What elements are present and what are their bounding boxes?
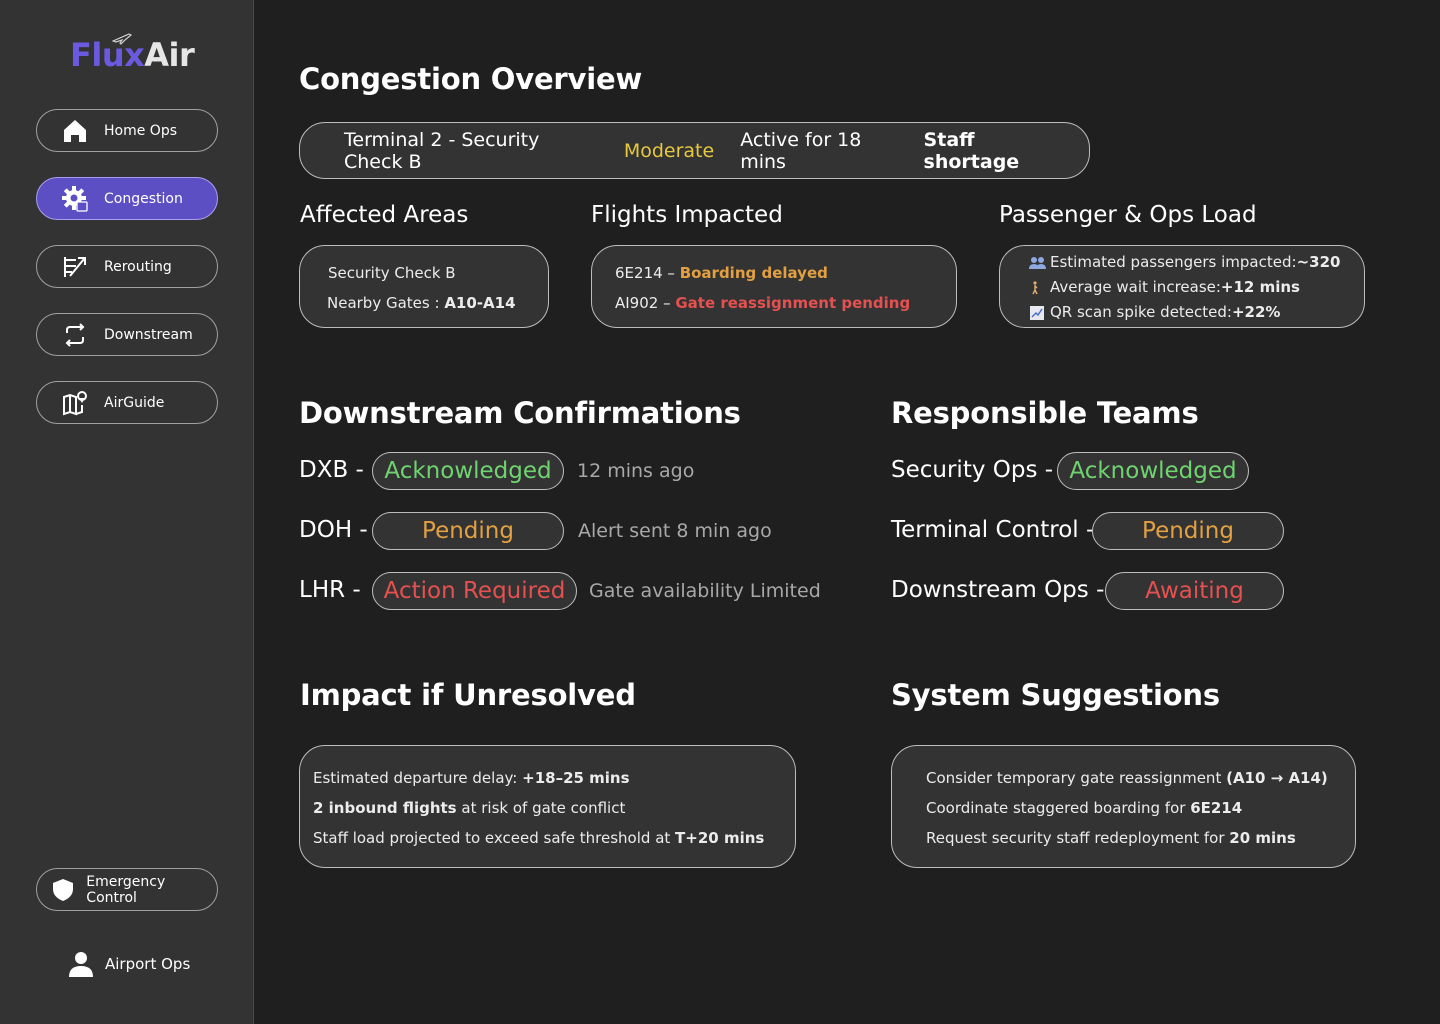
affected-areas-card: Security Check B Nearby Gates : A10-A14 <box>299 245 549 328</box>
nav-downstream[interactable]: Downstream <box>36 313 218 356</box>
suggestion-label: Consider temporary gate reassignment <box>926 769 1227 787</box>
downstream-code: LHR - <box>299 577 361 603</box>
downstream-code: DXB - <box>299 457 364 483</box>
nav-rerouting-label: Rerouting <box>104 258 172 275</box>
sync-icon <box>61 322 89 348</box>
team-status-awaiting[interactable]: Awaiting <box>1105 572 1284 610</box>
nav-rerouting[interactable]: Rerouting <box>36 245 218 288</box>
status-location: Terminal 2 - Security Check B <box>344 128 540 173</box>
downstream-note: 12 mins ago <box>577 460 695 482</box>
impact-value: +18–25 mins <box>522 769 630 787</box>
flights-impacted-heading: Flights Impacted <box>591 202 783 228</box>
shield-icon <box>49 877 76 903</box>
logo-air: Air <box>144 36 195 74</box>
nearby-gates-label: Nearby Gates : <box>327 294 445 312</box>
responsible-teams-heading: Responsible Teams <box>891 396 1199 430</box>
impact-heading: Impact if Unresolved <box>300 678 636 712</box>
congestion-status-bar[interactable]: Terminal 2 - Security Check B Moderate A… <box>299 122 1090 179</box>
flights-impacted-card: 6E214 – Boarding delayed AI902 – Gate re… <box>591 245 957 328</box>
passenger-ops-load-card: Estimated passengers impacted: ~320 Aver… <box>999 245 1365 328</box>
passenger-ops-load-heading: Passenger & Ops Load <box>999 202 1257 228</box>
team-name: Downstream Ops - <box>891 577 1105 603</box>
emergency-control-button[interactable]: Emergency Control <box>36 868 218 911</box>
team-status-acknowledged[interactable]: Acknowledged <box>1057 452 1249 490</box>
people-icon <box>1029 256 1046 269</box>
nav-congestion[interactable]: Congestion <box>36 177 218 220</box>
load-line: QR scan spike detected: +22% <box>1029 300 1364 325</box>
downstream-note: Alert sent 8 min ago <box>578 520 772 542</box>
load-line: Estimated passengers impacted: ~320 <box>1029 250 1364 275</box>
sidebar: FluxAir Home Ops Congestion Rerouting Do… <box>0 0 254 1024</box>
chart-up-icon <box>1030 305 1044 320</box>
team-name: Terminal Control - <box>891 517 1095 543</box>
load-value: +12 mins <box>1220 278 1300 296</box>
impact-value: T+20 mins <box>675 829 765 847</box>
downstream-note: Gate availability Limited <box>589 580 821 602</box>
team-status-pending[interactable]: Pending <box>1092 512 1284 550</box>
impact-label: Estimated departure delay: <box>313 769 523 787</box>
impact-line: Staff load projected to exceed safe thre… <box>313 823 795 853</box>
nav-airguide-label: AirGuide <box>104 394 165 411</box>
flight-code: AI902 – <box>615 294 676 312</box>
nav-airguide[interactable]: AirGuide <box>36 381 218 424</box>
nearby-gates-value: A10-A14 <box>444 294 516 312</box>
impact-card: Estimated departure delay: +18–25 mins 2… <box>299 745 796 868</box>
impact-line: 2 inbound flights at risk of gate confli… <box>313 793 795 823</box>
impact-line: Estimated departure delay: +18–25 mins <box>313 763 795 793</box>
logo[interactable]: FluxAir <box>70 33 195 74</box>
user-name: Airport Ops <box>105 955 191 973</box>
team-name: Security Ops - <box>891 457 1054 483</box>
status-badge-pending[interactable]: Pending <box>372 512 564 550</box>
flight-status: Gate reassignment pending <box>675 294 911 312</box>
status-badge-action-required[interactable]: Action Required <box>372 572 577 610</box>
nav-home-label: Home Ops <box>104 122 177 139</box>
reroute-icon <box>61 254 89 280</box>
system-suggestions-heading: System Suggestions <box>891 678 1220 712</box>
nav-congestion-label: Congestion <box>104 190 183 207</box>
affected-areas-heading: Affected Areas <box>300 202 469 228</box>
impact-label: at risk of gate conflict <box>456 799 626 817</box>
plane-icon <box>112 33 132 45</box>
system-suggestions-card: Consider temporary gate reassignment (A1… <box>891 745 1356 868</box>
load-line: Average wait increase: +12 mins <box>1029 275 1364 300</box>
load-label: Estimated passengers impacted: <box>1050 253 1297 271</box>
suggestion-line[interactable]: Coordinate staggered boarding for 6E214 <box>926 793 1355 823</box>
suggestion-value: 20 mins <box>1229 829 1296 847</box>
suggestion-label: Coordinate staggered boarding for <box>926 799 1191 817</box>
flight-row[interactable]: AI902 – Gate reassignment pending <box>615 288 956 318</box>
flight-status: Boarding delayed <box>679 264 828 282</box>
walking-person-icon <box>1032 280 1038 294</box>
nav-home-ops[interactable]: Home Ops <box>36 109 218 152</box>
suggestion-value: 6E214 <box>1190 799 1243 817</box>
flight-row[interactable]: 6E214 – Boarding delayed <box>615 258 956 288</box>
load-label: QR scan spike detected: <box>1050 303 1232 321</box>
impact-label: Staff load projected to exceed safe thre… <box>313 829 676 847</box>
logo-flux: Flux <box>70 36 145 74</box>
downstream-confirmations-heading: Downstream Confirmations <box>299 396 741 430</box>
user-icon <box>69 952 93 977</box>
status-badge-acknowledged[interactable]: Acknowledged <box>372 452 564 490</box>
status-cause: Staff shortage <box>923 128 1020 173</box>
load-label: Average wait increase: <box>1050 278 1221 296</box>
nav-downstream-label: Downstream <box>104 326 193 343</box>
load-value: +22% <box>1231 303 1281 321</box>
page-title: Congestion Overview <box>299 62 643 96</box>
gear-icon <box>61 185 89 212</box>
emergency-control-label: Emergency Control <box>86 873 166 906</box>
suggestion-label: Request security staff redeployment for <box>926 829 1230 847</box>
suggestion-line[interactable]: Request security staff redeployment for … <box>926 823 1355 853</box>
flight-code: 6E214 – <box>615 264 680 282</box>
suggestion-line[interactable]: Consider temporary gate reassignment (A1… <box>926 763 1355 793</box>
map-pin-icon <box>61 390 89 416</box>
status-level: Moderate <box>623 139 715 162</box>
home-icon <box>61 118 89 144</box>
user-profile[interactable]: Airport Ops <box>68 950 190 978</box>
nearby-gates-line: Nearby Gates : A10-A14 <box>327 288 548 318</box>
load-value: ~320 <box>1296 253 1341 271</box>
affected-area-line: Security Check B <box>328 264 456 282</box>
impact-value: 2 inbound flights <box>313 799 457 817</box>
downstream-code: DOH - <box>299 517 368 543</box>
status-duration: Active for 18 mins <box>740 128 862 173</box>
suggestion-value: (A10 → A14) <box>1226 769 1328 787</box>
